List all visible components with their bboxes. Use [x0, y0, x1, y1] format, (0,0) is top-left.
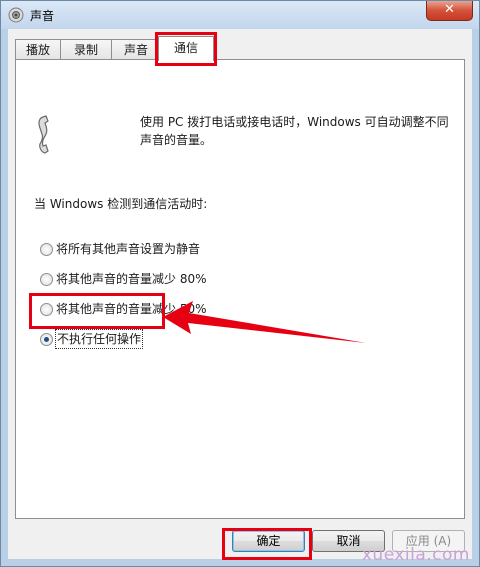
- option-label[interactable]: 不执行任何操作: [54, 329, 144, 349]
- speaker-icon: [8, 7, 24, 23]
- radio-button[interactable]: [40, 273, 53, 286]
- dialog-client: 播放 录制 声音 通信 使用 PC 拨打电话或接电话时，Windows 可自动调…: [8, 29, 472, 559]
- watermark-text: xuexila.com: [361, 545, 470, 565]
- close-icon: ✕: [444, 2, 455, 17]
- radio-button[interactable]: [40, 243, 53, 256]
- ok-button[interactable]: 确定: [232, 530, 305, 552]
- tab-sounds[interactable]: 声音: [111, 39, 161, 60]
- tab-recording[interactable]: 录制: [60, 39, 112, 60]
- phone-handset-icon: [38, 115, 49, 154]
- tab-communications[interactable]: 通信: [158, 36, 214, 61]
- description-line: 使用 PC 拨打电话或接电话时，Windows 可自动调整不同: [140, 115, 449, 129]
- close-button[interactable]: ✕: [426, 1, 473, 21]
- annotation-arrow-icon: [163, 301, 366, 343]
- communications-description: 使用 PC 拨打电话或接电话时，Windows 可自动调整不同 声音的音量。: [140, 113, 450, 149]
- option-label[interactable]: 将其他声音的音量减少 80%: [56, 270, 207, 288]
- option-label[interactable]: 将所有其他声音设置为静音: [56, 240, 200, 258]
- title-bar[interactable]: 声音 ✕: [1, 1, 479, 29]
- detect-label: 当 Windows 检测到通信活动时:: [34, 197, 208, 211]
- tab-playback[interactable]: 播放: [15, 39, 61, 60]
- sound-dialog-window: 声音 ✕ 播放 录制 声音 通信 使用 PC 拨打电话或接电话时，Windows…: [0, 0, 480, 567]
- radio-button[interactable]: [40, 303, 53, 316]
- window-title: 声音: [30, 9, 55, 23]
- communications-panel: 使用 PC 拨打电话或接电话时，Windows 可自动调整不同 声音的音量。 当…: [15, 59, 465, 519]
- radio-button-checked[interactable]: [40, 333, 53, 346]
- description-line: 声音的音量。: [140, 133, 213, 147]
